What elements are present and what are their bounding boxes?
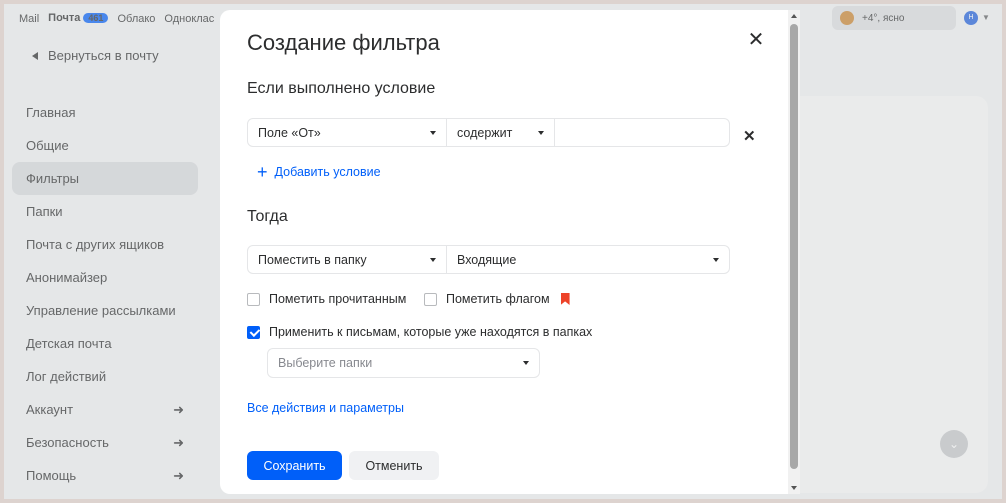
close-icon[interactable]: ✕ bbox=[746, 30, 766, 50]
add-condition-link[interactable]: + Добавить условие bbox=[257, 163, 381, 181]
chevron-down-icon bbox=[538, 130, 544, 135]
chevron-down-icon bbox=[713, 257, 719, 262]
condition-operator-value: содержит bbox=[457, 125, 513, 140]
mark-flag-label: Пометить флагом bbox=[446, 292, 550, 306]
condition-operator-select[interactable]: содержит bbox=[446, 118, 555, 147]
cancel-button[interactable]: Отменить bbox=[349, 451, 439, 480]
checkbox-box-checked bbox=[247, 325, 260, 339]
target-folder-select[interactable]: Входящие bbox=[446, 245, 730, 274]
scroll-up-arrow-icon[interactable] bbox=[791, 14, 797, 18]
chevron-down-icon bbox=[523, 361, 529, 365]
scroll-down-arrow-icon[interactable] bbox=[791, 486, 797, 490]
checkbox-box bbox=[424, 292, 437, 306]
chevron-down-icon bbox=[430, 130, 436, 135]
chevron-down-icon bbox=[430, 257, 436, 262]
mark-read-label: Пометить прочитанным bbox=[269, 292, 407, 306]
scrollbar-thumb[interactable] bbox=[790, 24, 798, 469]
action-select[interactable]: Поместить в папку bbox=[247, 245, 447, 274]
save-button[interactable]: Сохранить bbox=[247, 451, 342, 480]
condition-field-select[interactable]: Поле «От» bbox=[247, 118, 447, 147]
mark-flag-checkbox[interactable]: Пометить флагом bbox=[424, 292, 570, 306]
remove-condition-icon[interactable]: ✕ bbox=[743, 127, 756, 145]
plus-icon: + bbox=[257, 162, 268, 182]
condition-heading: Если выполнено условие bbox=[247, 80, 436, 97]
all-actions-link[interactable]: Все действия и параметры bbox=[247, 401, 404, 415]
create-filter-dialog: Создание фильтра ✕ Если выполнено услови… bbox=[220, 10, 800, 494]
then-heading: Тогда bbox=[247, 208, 288, 225]
condition-value-input[interactable] bbox=[554, 118, 730, 147]
apply-existing-label: Применить к письмам, которые уже находят… bbox=[269, 325, 593, 339]
checkbox-box bbox=[247, 292, 260, 306]
condition-field-value: Поле «От» bbox=[258, 125, 321, 140]
dialog-title: Создание фильтра bbox=[247, 30, 440, 55]
add-condition-label: Добавить условие bbox=[274, 165, 381, 179]
apply-existing-checkbox[interactable]: Применить к письмам, которые уже находят… bbox=[247, 325, 592, 339]
flag-icon bbox=[560, 293, 570, 305]
folders-placeholder: Выберите папки bbox=[278, 356, 373, 370]
target-folder-value: Входящие bbox=[457, 252, 517, 267]
dialog-scrollbar[interactable] bbox=[788, 10, 800, 494]
mark-read-checkbox[interactable]: Пометить прочитанным bbox=[247, 292, 406, 306]
action-value: Поместить в папку bbox=[258, 252, 367, 267]
folders-select[interactable]: Выберите папки bbox=[267, 348, 540, 378]
